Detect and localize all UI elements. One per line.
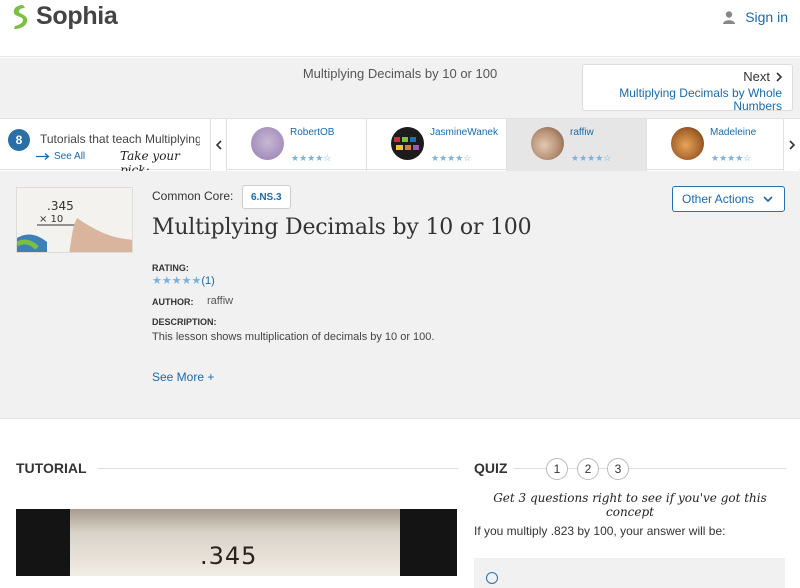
avatar [671, 127, 704, 160]
strip-text: Tutorials that teach Multiplying Decimal… [40, 132, 200, 146]
sophia-logo-icon [13, 4, 28, 29]
avatar [251, 127, 284, 160]
thumbnail-image: .345 × 10 [17, 188, 132, 252]
quiz-heading: QUIZ [474, 460, 508, 476]
author-label: AUTHOR: [152, 297, 194, 307]
lesson-description: This lesson shows multiplication of deci… [152, 331, 435, 343]
next-label-row: Next [743, 69, 782, 84]
card-author-name: JasmineWanek [430, 127, 498, 138]
avatar [531, 127, 564, 160]
arrow-right-icon [36, 153, 50, 160]
tutorials-strip: 8 Tutorials that teach Multiplying Decim… [0, 118, 800, 177]
other-actions-label: Other Actions [682, 192, 755, 206]
chevron-right-icon [776, 71, 782, 82]
see-all-label: See All [54, 151, 86, 162]
tutorial-count-badge: 8 [8, 129, 30, 151]
next-tutorial-button[interactable]: Next Multiplying Decimals by Whole Numbe… [582, 64, 793, 113]
card-author-name: RobertOB [290, 127, 335, 138]
rating-count[interactable]: (1) [201, 275, 214, 287]
lesson-thumbnail[interactable]: .345 × 10 [16, 187, 133, 253]
tutorial-card-madeleine[interactable]: Madeleine ★★★★☆ [646, 119, 786, 171]
common-core-badge[interactable]: 6.NS.3 [242, 185, 291, 209]
svg-text:.345: .345 [47, 199, 74, 213]
strip-prev-button[interactable] [210, 119, 226, 171]
brand-name: Sophia [36, 2, 118, 30]
quiz-step-2[interactable]: 2 [577, 458, 599, 480]
tutorial-divider [98, 468, 458, 469]
tutorial-video[interactable]: .345 [16, 509, 457, 576]
card-rating-stars: ★★★★☆ [431, 153, 472, 163]
quiz-answer-option[interactable] [474, 558, 785, 588]
chevron-left-icon [215, 140, 222, 150]
quiz-step-1[interactable]: 1 [546, 458, 568, 480]
card-rating-stars: ★★★★☆ [711, 153, 752, 163]
see-more-link[interactable]: See More + [152, 370, 214, 384]
other-actions-button[interactable]: Other Actions [672, 186, 785, 212]
card-rating-stars: ★★★★☆ [571, 153, 612, 163]
chevron-right-icon [788, 140, 795, 150]
rating-label: RATING: [152, 263, 189, 273]
common-core-label: Common Core: [152, 189, 234, 203]
lesson-summary: .345 × 10 Common Core: 6.NS.3 Other Acti… [0, 171, 800, 419]
strip-intro: 8 Tutorials that teach Multiplying Decim… [0, 119, 210, 177]
author-name[interactable]: raffiw [207, 295, 233, 307]
tutorial-heading: TUTORIAL [16, 460, 87, 476]
see-all-link[interactable]: See All [36, 151, 85, 162]
rating-stars[interactable]: ★★★★★ [152, 275, 201, 287]
radio-icon[interactable] [486, 572, 498, 584]
video-handwriting: .345 [200, 542, 258, 570]
sign-in-link[interactable]: Sign in [723, 9, 788, 25]
quiz-tagline: Get 3 questions right to see if you've g… [493, 491, 767, 519]
card-author-name: Madeleine [710, 127, 757, 138]
lesson-title: Multiplying Decimals by 10 or 100 [152, 215, 532, 240]
avatar [391, 127, 424, 160]
tutorial-card-raffiw[interactable]: raffiw ★★★★☆ [506, 119, 646, 171]
quiz-step-3[interactable]: 3 [607, 458, 629, 480]
tutorial-card-robertob[interactable]: RobertOB ★★★★☆ [226, 119, 366, 171]
site-header: Sophia Sign in [0, 0, 800, 57]
chevron-down-icon [763, 196, 773, 202]
tutorial-card-jasminewanek[interactable]: JasmineWanek ★★★★☆ [366, 119, 506, 171]
card-author-name: raffiw [570, 127, 594, 138]
avatar-graphic [394, 137, 419, 150]
svg-text:× 10: × 10 [39, 214, 63, 225]
sophia-logo[interactable]: Sophia [10, 2, 118, 31]
next-title-line2: Numbers [733, 99, 782, 113]
next-label: Next [743, 69, 770, 84]
quiz-question: If you multiply .823 by 100, your answer… [474, 524, 726, 538]
video-frame: .345 [70, 509, 400, 576]
description-label: DESCRIPTION: [152, 317, 217, 327]
sign-in-label: Sign in [745, 9, 788, 25]
user-icon [723, 10, 736, 24]
card-rating-stars: ★★★★☆ [291, 153, 332, 163]
strip-next-button[interactable] [783, 119, 799, 171]
title-band: Multiplying Decimals by 10 or 100 Next M… [0, 58, 800, 118]
next-tutorial-title: Multiplying Decimals by Whole Numbers [583, 87, 782, 113]
rating-row: ★★★★★(1) [152, 274, 215, 287]
